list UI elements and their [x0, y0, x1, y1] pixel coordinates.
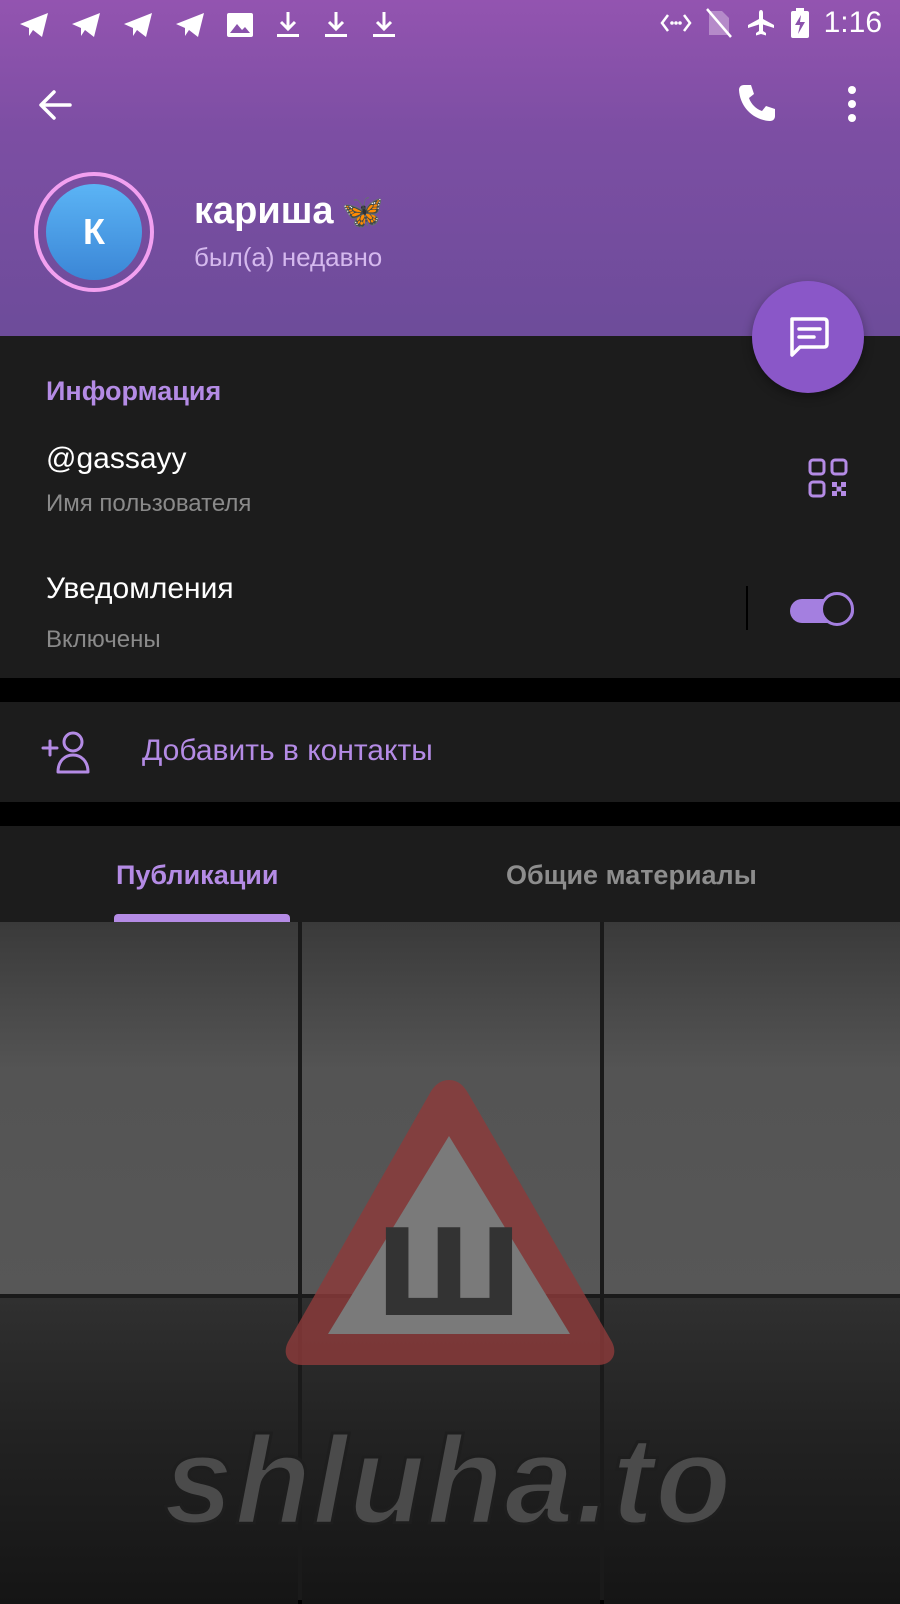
battery-charging-icon: [790, 7, 810, 39]
grid-item[interactable]: [604, 922, 900, 1294]
add-to-contacts-row[interactable]: Добавить в контакты: [0, 702, 900, 802]
profile-header: 1:16 К кариша 🦋 был(а) недавно: [0, 0, 900, 336]
status-bar: 1:16: [0, 0, 900, 50]
chat-bubble-icon: [790, 317, 829, 357]
download-icon: [274, 10, 302, 40]
image-icon: [226, 10, 254, 40]
media-tabs: Публикации Общие материалы: [0, 826, 900, 922]
info-section: Информация @gassayy Имя пользователя Уве…: [0, 336, 900, 678]
no-sim-icon: [705, 8, 732, 38]
grid-item[interactable]: [302, 922, 600, 1294]
avatar: К: [46, 184, 142, 280]
profile-name: кариша 🦋: [194, 190, 384, 233]
download-icon: [370, 10, 398, 40]
notifications-value: Включены: [46, 626, 161, 653]
publications-grid: [0, 922, 900, 1604]
notification-icons: [18, 10, 398, 40]
system-icons: 1:16: [660, 6, 882, 40]
notifications-toggle[interactable]: [790, 592, 858, 628]
butterfly-emoji: 🦋: [341, 192, 384, 231]
tab-shared-media[interactable]: Общие материалы: [506, 860, 757, 891]
data-saver-icon: [660, 11, 692, 35]
telegram-icon: [122, 10, 154, 40]
back-button[interactable]: [34, 83, 78, 127]
qr-code-button[interactable]: [806, 456, 850, 500]
add-user-icon: [41, 731, 90, 774]
notifications-label[interactable]: Уведомления: [46, 572, 234, 606]
grid-item[interactable]: [0, 1298, 298, 1604]
username-value[interactable]: @gassayy: [46, 442, 187, 476]
grid-item[interactable]: [0, 922, 298, 1294]
qr-code-icon: [808, 458, 848, 498]
avatar-story-ring[interactable]: К: [34, 172, 154, 292]
telegram-icon: [70, 10, 102, 40]
telegram-icon: [174, 10, 206, 40]
download-icon: [322, 10, 350, 40]
toggle-knob: [820, 592, 854, 626]
call-button[interactable]: [734, 81, 780, 127]
message-fab[interactable]: [752, 281, 864, 393]
arrow-left-icon: [39, 90, 72, 120]
more-vertical-icon: [848, 86, 856, 122]
last-seen-status: был(а) недавно: [194, 242, 383, 272]
airplane-icon: [746, 8, 776, 38]
tab-publications[interactable]: Публикации: [116, 860, 279, 891]
notifications-divider: [746, 586, 748, 630]
grid-item[interactable]: [302, 1298, 600, 1604]
grid-item[interactable]: [604, 1298, 900, 1604]
profile-name-text: кариша: [194, 190, 334, 232]
more-menu-button[interactable]: [830, 82, 874, 126]
info-section-title: Информация: [46, 376, 222, 406]
avatar-initial: К: [83, 211, 105, 252]
add-to-contacts-label: Добавить в контакты: [142, 734, 433, 767]
active-tab-indicator: [114, 914, 290, 922]
username-caption: Имя пользователя: [46, 490, 252, 517]
phone-icon: [739, 85, 775, 121]
telegram-icon: [18, 10, 50, 40]
clock: 1:16: [823, 6, 882, 39]
